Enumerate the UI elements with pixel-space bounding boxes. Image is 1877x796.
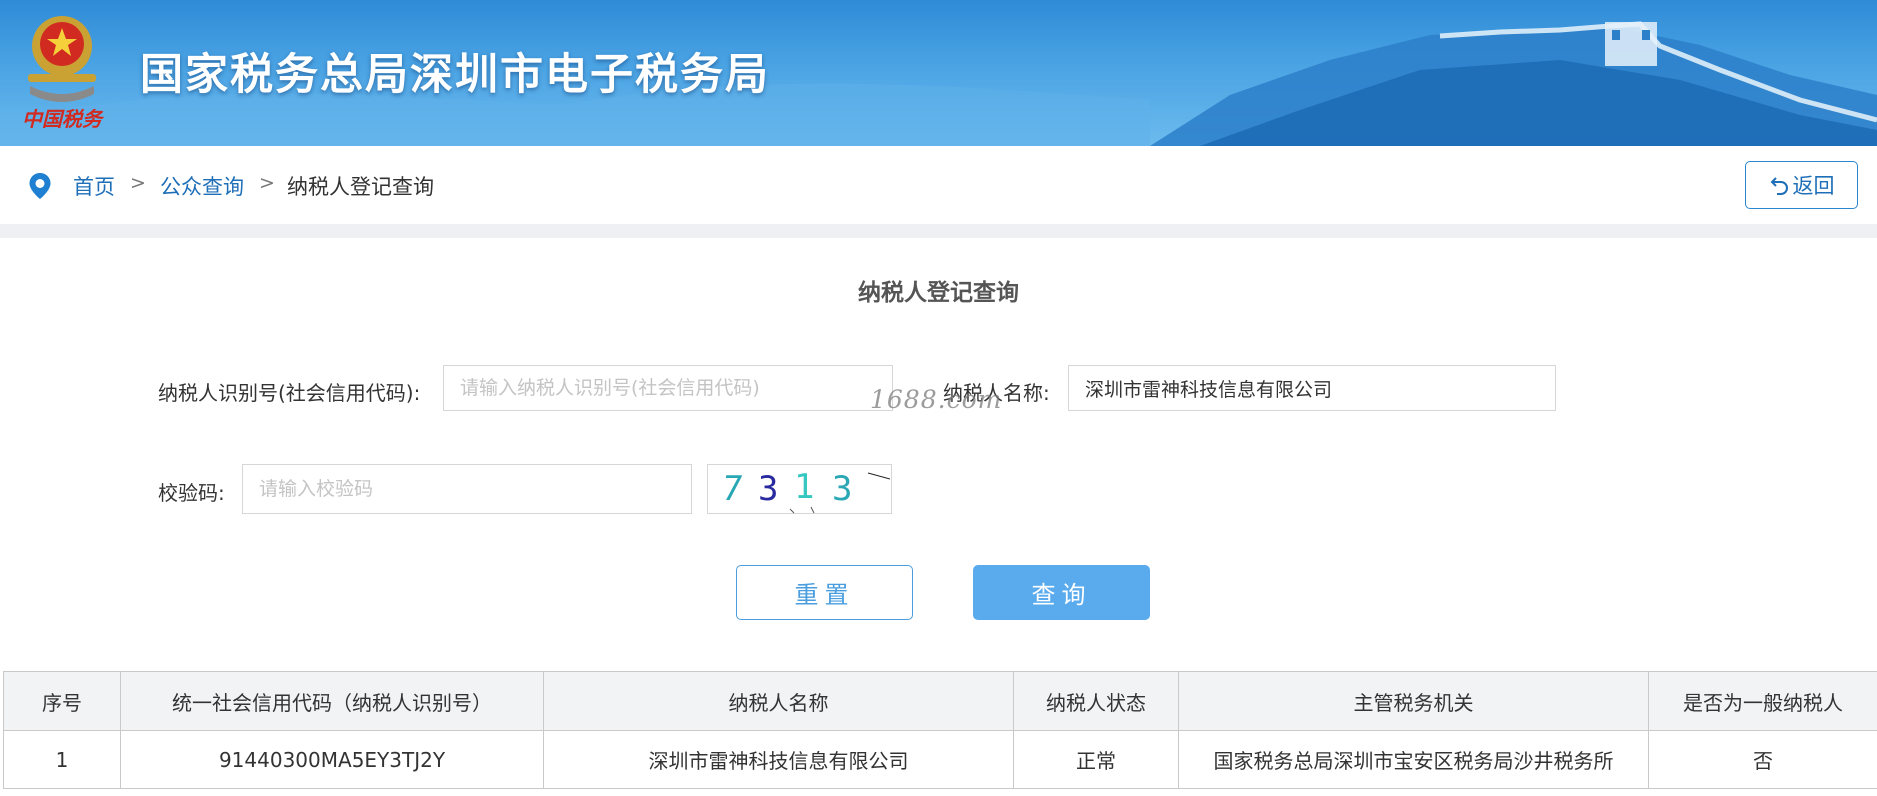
emblem-text: 中国税务 [22, 107, 105, 131]
captcha-char: 3 [832, 469, 853, 509]
query-button[interactable]: 查询 [973, 565, 1150, 620]
taxpayer-id-label: 纳税人识别号(社会信用代码): [158, 381, 421, 405]
captcha-image[interactable]: 7 3 1 3 [707, 464, 892, 514]
cell-credit-code: 91440300MA5EY3TJ2Y [120, 730, 544, 789]
back-button[interactable]: 返回 [1745, 161, 1858, 209]
undo-arrow-icon [1770, 177, 1788, 195]
column-header: 主管税务机关 [1178, 671, 1649, 731]
cell-general-taxpayer: 否 [1648, 730, 1877, 789]
breadcrumb: 首页 > 公众查询 > 纳税人登记查询 返回 [0, 146, 1877, 224]
breadcrumb-home-link[interactable]: 首页 [73, 171, 115, 201]
column-header: 纳税人名称 [543, 671, 1014, 731]
header-banner: 中国税务 国家税务总局深圳市电子税务局 [0, 0, 1877, 146]
site-title: 国家税务总局深圳市电子税务局 [140, 50, 770, 100]
taxpayer-name-input[interactable] [1068, 365, 1556, 411]
captcha-char: 1 [794, 467, 815, 507]
breadcrumb-current: 纳税人登记查询 [287, 175, 434, 199]
column-header: 统一社会信用代码（纳税人识别号） [120, 671, 544, 731]
section-divider [0, 224, 1877, 238]
breadcrumb-separator: > [130, 172, 146, 194]
breadcrumb-public-query-link[interactable]: 公众查询 [160, 171, 244, 201]
captcha-label: 校验码: [158, 481, 225, 505]
back-button-label: 返回 [1792, 175, 1835, 198]
breadcrumb-separator: > [259, 172, 275, 194]
tax-emblem-icon: 中国税务 [22, 16, 105, 131]
column-header: 序号 [3, 671, 121, 731]
table-row: 1 91440300MA5EY3TJ2Y 深圳市雷神科技信息有限公司 正常 国家… [3, 730, 1877, 789]
reset-button[interactable]: 重置 [736, 565, 913, 620]
table-header-row: 序号 统一社会信用代码（纳税人识别号） 纳税人名称 纳税人状态 主管税务机关 是… [3, 671, 1877, 731]
captcha-input[interactable] [242, 464, 692, 514]
column-header: 纳税人状态 [1013, 671, 1179, 731]
results-table: 序号 统一社会信用代码（纳税人识别号） 纳税人名称 纳税人状态 主管税务机关 是… [3, 671, 1877, 789]
captcha-char: 3 [758, 469, 779, 509]
location-pin-icon [29, 173, 51, 199]
watermark: 1688.com [870, 385, 1003, 414]
cell-taxpayer-name: 深圳市雷神科技信息有限公司 [543, 730, 1014, 789]
column-header: 是否为一般纳税人 [1648, 671, 1877, 731]
form-title: 纳税人登记查询 [858, 280, 1019, 306]
cell-tax-authority: 国家税务总局深圳市宝安区税务局沙井税务所 [1178, 730, 1649, 789]
cell-index: 1 [3, 730, 121, 789]
cell-status: 正常 [1013, 730, 1179, 789]
taxpayer-id-input[interactable] [443, 365, 893, 411]
